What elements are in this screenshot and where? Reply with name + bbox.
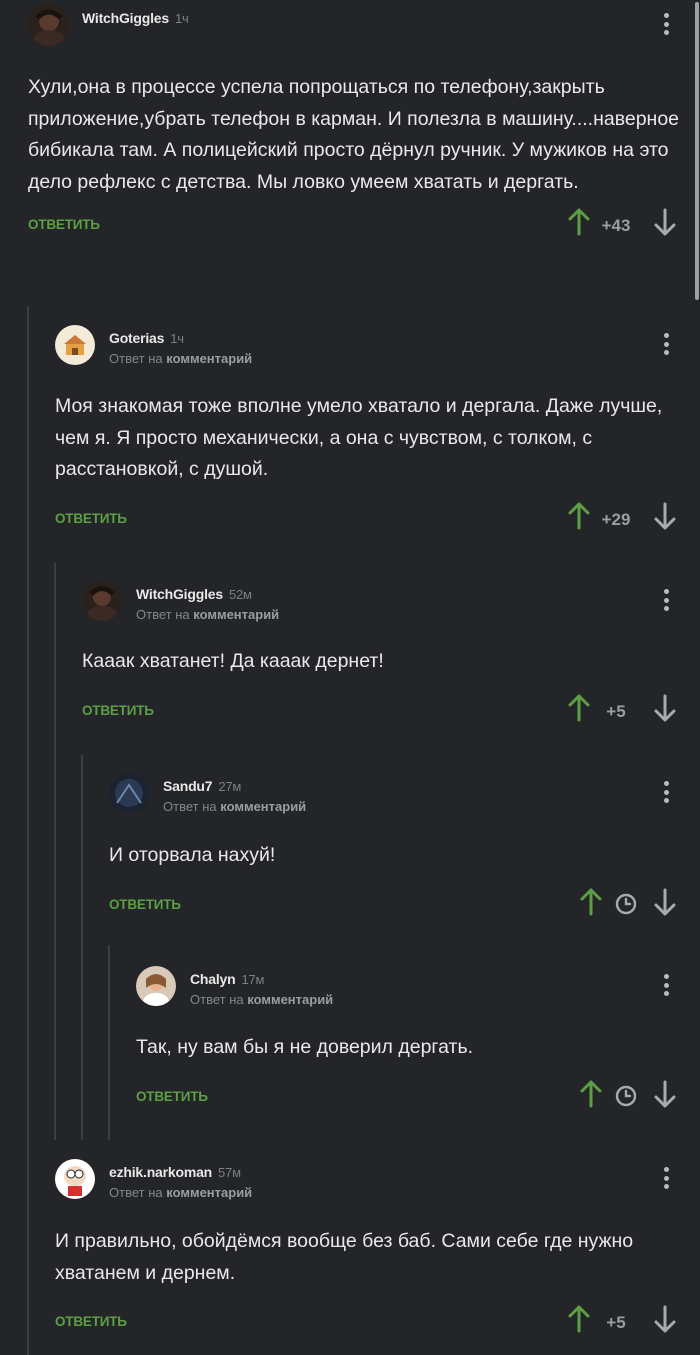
downvote-arrow-icon[interactable] (654, 694, 676, 722)
comment-time: 1ч (170, 331, 184, 346)
more-menu-icon[interactable] (664, 1167, 670, 1191)
downvote-arrow-icon[interactable] (654, 208, 676, 236)
comment: ezhik.narkoman 57м Ответ на комментарий И… (55, 1154, 700, 1343)
upvote-arrow-icon[interactable] (568, 694, 590, 722)
reply-to-label: Ответ на комментарий (190, 992, 334, 1007)
downvote-arrow-icon[interactable] (654, 502, 676, 530)
reply-to-label: Ответ на комментарий (109, 351, 253, 366)
reply-to-link[interactable]: комментарий (166, 1185, 252, 1200)
comment-time: 52м (228, 587, 252, 602)
reply-button[interactable]: ОТВЕТИТЬ (109, 897, 181, 912)
comment-time: 17м (241, 972, 265, 987)
author-name[interactable]: WitchGiggles 52м (136, 586, 252, 602)
reply-to-link[interactable]: комментарий (166, 351, 252, 366)
reply-to-link[interactable]: комментарий (220, 799, 306, 814)
comment: Sandu7 27м Ответ на комментарий И оторвал… (109, 768, 700, 926)
more-menu-icon[interactable] (664, 974, 670, 998)
more-menu-icon[interactable] (664, 589, 670, 613)
comment: WitchGiggles 52м Ответ на комментарий Каа… (82, 576, 700, 732)
thread-line-level-3 (81, 755, 83, 1140)
thread-line-level-2 (54, 563, 56, 1140)
thread-line-level-1 (27, 306, 29, 1355)
comment-text: Хули,она в процессе успела попрощаться п… (28, 76, 680, 193)
avatar[interactable] (82, 581, 122, 621)
reply-to-label: Ответ на комментарий (136, 607, 280, 622)
upvote-arrow-icon[interactable] (568, 1305, 590, 1333)
author-name[interactable]: ezhik.narkoman 57м (109, 1164, 241, 1180)
rating-score: +5 (606, 1313, 626, 1332)
comment-text: Кааак хватанет! Да кааак дернет! (82, 650, 384, 672)
comment-text: Моя знакомая тоже вполне умело хватало и… (55, 395, 663, 480)
reply-to-link[interactable]: комментарий (247, 992, 333, 1007)
reply-button[interactable]: ОТВЕТИТЬ (55, 1314, 127, 1329)
reply-button[interactable]: ОТВЕТИТЬ (136, 1089, 208, 1104)
avatar[interactable] (28, 4, 70, 46)
comment-time: 1ч (174, 11, 189, 26)
comment: WitchGiggles 1ч Хули,она в процессе успел… (28, 0, 700, 246)
upvote-arrow-icon[interactable] (580, 888, 602, 916)
comment-text: И оторвала нахуй! (109, 844, 276, 866)
thread-line-level-4 (108, 945, 110, 1140)
comment-time: 57м (218, 1165, 241, 1180)
author-name[interactable]: Goterias 1ч (109, 330, 184, 346)
comment: Chalyn 17м Ответ на комментарий Так, ну в… (136, 961, 700, 1118)
rating-score: +43 (601, 216, 631, 235)
reply-to-label: Ответ на комментарий (163, 799, 307, 814)
reply-to-link[interactable]: комментарий (193, 607, 279, 622)
reply-button[interactable]: ОТВЕТИТЬ (82, 703, 154, 718)
upvote-arrow-icon[interactable] (580, 1080, 602, 1108)
rating-score: +5 (606, 701, 626, 721)
reply-button[interactable]: ОТВЕТИТЬ (28, 217, 100, 232)
comment-text: Так, ну вам бы я не доверил дергать. (136, 1036, 474, 1058)
author-name[interactable]: Sandu7 27м (163, 778, 241, 794)
author-name[interactable]: Chalyn 17м (190, 971, 264, 987)
reply-to-label: Ответ на комментарий (109, 1185, 253, 1200)
reply-button[interactable]: ОТВЕТИТЬ (55, 511, 127, 526)
avatar[interactable] (109, 773, 149, 813)
comment: Goterias 1ч Ответ на комментарий Моя знак… (55, 320, 700, 540)
comment-text: И правильно, обойдёмся вообще без баб. С… (55, 1230, 634, 1284)
more-menu-icon[interactable] (664, 333, 670, 357)
avatar[interactable] (55, 325, 95, 365)
upvote-arrow-icon[interactable] (568, 208, 590, 236)
author-name[interactable]: WitchGiggles 1ч (82, 10, 189, 26)
clock-icon (615, 893, 637, 914)
rating-score: +29 (601, 509, 631, 529)
comment-time: 27м (218, 779, 242, 794)
more-menu-icon[interactable] (664, 781, 670, 805)
avatar[interactable] (55, 1159, 95, 1199)
downvote-arrow-icon[interactable] (654, 1305, 676, 1333)
downvote-arrow-icon[interactable] (654, 888, 676, 916)
downvote-arrow-icon[interactable] (654, 1080, 676, 1108)
upvote-arrow-icon[interactable] (568, 502, 590, 530)
more-menu-icon[interactable] (664, 13, 670, 37)
avatar[interactable] (136, 966, 176, 1006)
clock-icon (615, 1085, 637, 1106)
